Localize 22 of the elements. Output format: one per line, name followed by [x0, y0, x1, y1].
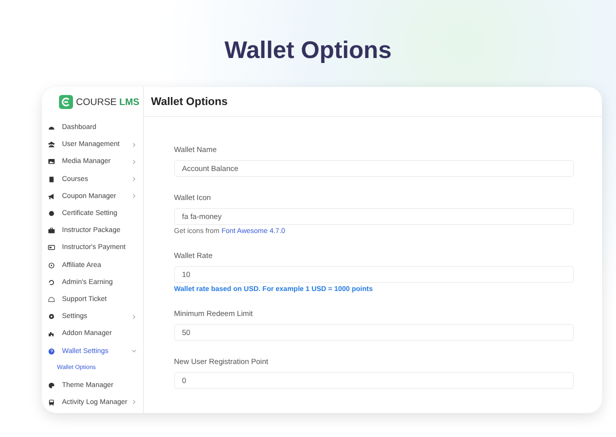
dot-icon: [48, 210, 55, 218]
chevron-right-icon: [131, 399, 137, 406]
chevron-right-icon: [131, 142, 137, 148]
palette-icon: [48, 382, 55, 389]
chevron-right-icon: [131, 193, 137, 200]
page-title: Wallet Options: [151, 96, 228, 108]
megaphone-icon: [48, 192, 55, 200]
circle-icon: [48, 262, 55, 269]
briefcase-icon: [48, 227, 55, 234]
chevron-right-icon: [131, 314, 137, 320]
chevron-right-icon: [131, 176, 137, 182]
headline: Wallet Options: [224, 36, 392, 66]
bus-icon: [48, 398, 55, 406]
chevron-right-icon: [131, 158, 137, 165]
users-icon: [48, 141, 55, 148]
logo-icon: [59, 95, 73, 109]
card-icon: [48, 244, 55, 252]
logo-text: COURSE LMS: [76, 96, 140, 108]
image-icon: [48, 158, 55, 166]
chevron-down-icon: [131, 348, 137, 354]
rotate-icon: [48, 278, 55, 286]
question-icon: [48, 348, 55, 355]
